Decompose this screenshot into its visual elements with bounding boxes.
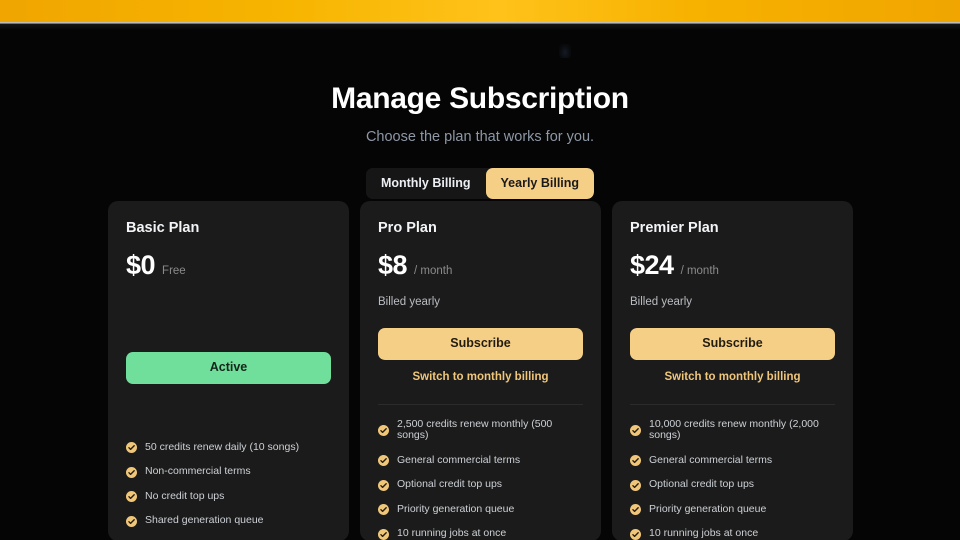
- list-item: 50 credits renew daily (10 songs): [126, 440, 331, 454]
- subscribe-button[interactable]: Subscribe: [378, 328, 583, 360]
- plan-card-pro[interactable]: Pro Plan $8 / month Billed yearly Subscr…: [360, 201, 601, 540]
- check-circle-icon: [630, 455, 641, 467]
- app-root: Manage Subscription Choose the plan that…: [0, 0, 960, 540]
- plan-price-row: $8 / month: [378, 250, 583, 281]
- plan-card-list: Basic Plan $0 Free Active 50 credits ren…: [108, 201, 853, 540]
- list-item: General commercial terms: [630, 453, 835, 467]
- feature-label: Optional credit top ups: [649, 478, 755, 491]
- plan-feature-list: 2,500 credits renew monthly (500 songs) …: [378, 417, 583, 540]
- plan-cta-slot: Subscribe: [378, 328, 583, 360]
- plan-price: $8: [378, 250, 408, 280]
- plan-billed-note: Billed yearly: [630, 296, 692, 308]
- feature-label: Priority generation queue: [649, 502, 767, 515]
- plan-price-period: Free: [162, 265, 186, 277]
- list-item: 10,000 credits renew monthly (2,000 song…: [630, 417, 835, 442]
- list-item: 10 running jobs at once: [378, 528, 583, 540]
- plan-card-premier[interactable]: Premier Plan $24 / month Billed yearly S…: [612, 201, 853, 540]
- plan-price-row: $24 / month: [630, 250, 835, 281]
- browser-progress-bar: [0, 0, 960, 22]
- check-circle-icon: [630, 528, 641, 540]
- feature-label: 50 credits renew daily (10 songs): [145, 440, 300, 453]
- plan-name: Pro Plan: [378, 220, 437, 236]
- feature-label: No credit top ups: [145, 489, 225, 502]
- check-circle-icon: [630, 479, 641, 491]
- billing-toggle-wrap: Monthly Billing Yearly Billing: [0, 168, 960, 199]
- billing-toggle[interactable]: Monthly Billing Yearly Billing: [365, 168, 595, 199]
- list-item: Shared generation queue: [126, 515, 331, 527]
- list-item: 10 running jobs at once: [630, 528, 835, 540]
- check-circle-icon: [126, 466, 137, 478]
- list-item: 2,500 credits renew monthly (500 songs): [378, 417, 583, 442]
- card-divider: [630, 403, 835, 405]
- feature-label: 10 running jobs at once: [649, 527, 759, 540]
- plan-price-row: $0 Free: [126, 250, 331, 281]
- check-circle-icon: [630, 424, 641, 436]
- check-circle-icon: [126, 442, 137, 454]
- subscribe-button[interactable]: Subscribe: [630, 328, 835, 360]
- plan-card-basic[interactable]: Basic Plan $0 Free Active 50 credits ren…: [108, 201, 349, 540]
- check-circle-icon: [126, 515, 137, 527]
- list-item: General commercial terms: [378, 453, 583, 467]
- check-circle-icon: [378, 479, 389, 491]
- plan-price: $0: [126, 250, 156, 280]
- plan-name: Premier Plan: [630, 220, 719, 236]
- list-item: Optional credit top ups: [378, 479, 583, 491]
- check-circle-icon: [378, 455, 389, 467]
- plan-feature-list: 50 credits renew daily (10 songs) Non-co…: [126, 440, 331, 540]
- plan-cta-slot: Subscribe: [630, 328, 835, 360]
- check-circle-icon: [378, 528, 389, 540]
- plan-cta-slot: Active: [126, 352, 331, 384]
- list-item: No credit top ups: [126, 489, 331, 503]
- page-title: Manage Subscription: [331, 82, 629, 115]
- feature-label: Optional credit top ups: [397, 478, 503, 491]
- plan-price: $24: [630, 250, 674, 280]
- feature-label: Non-commercial terms: [145, 465, 251, 478]
- feature-label: 10 running jobs at once: [397, 527, 507, 540]
- feature-label: 2,500 credits renew monthly (500 songs): [397, 417, 553, 442]
- tab-monthly-billing[interactable]: Monthly Billing: [365, 168, 486, 199]
- list-item: Optional credit top ups: [630, 479, 835, 491]
- check-circle-icon: [378, 424, 389, 436]
- page-subtitle: Choose the plan that works for you.: [365, 129, 595, 145]
- plan-name: Basic Plan: [126, 220, 200, 236]
- plan-feature-list: 10,000 credits renew monthly (2,000 song…: [630, 417, 835, 540]
- plan-billed-note: [126, 296, 331, 310]
- plan-price-period: / month: [414, 265, 453, 277]
- subscription-page: Manage Subscription Choose the plan that…: [0, 30, 960, 540]
- list-item: Priority generation queue: [630, 502, 835, 516]
- list-item: Priority generation queue: [378, 502, 583, 516]
- plan-price-period: / month: [680, 265, 719, 277]
- plan-billed-note: Billed yearly: [378, 296, 440, 308]
- feature-label: General commercial terms: [649, 453, 773, 466]
- check-circle-icon: [378, 504, 389, 516]
- switch-billing-link[interactable]: Switch to monthly billing: [630, 370, 835, 384]
- check-circle-icon: [630, 504, 641, 516]
- feature-label: General commercial terms: [397, 453, 521, 466]
- feature-label: 10,000 credits renew monthly (2,000 song…: [649, 417, 819, 442]
- list-item: Non-commercial terms: [126, 466, 331, 478]
- switch-billing-link[interactable]: Switch to monthly billing: [378, 370, 583, 384]
- plan-status-button[interactable]: Active: [126, 352, 331, 384]
- feature-label: Priority generation queue: [397, 502, 515, 515]
- check-circle-icon: [126, 491, 137, 503]
- card-divider: [378, 403, 583, 405]
- feature-label: Shared generation queue: [145, 514, 264, 527]
- tab-yearly-billing[interactable]: Yearly Billing: [485, 168, 595, 199]
